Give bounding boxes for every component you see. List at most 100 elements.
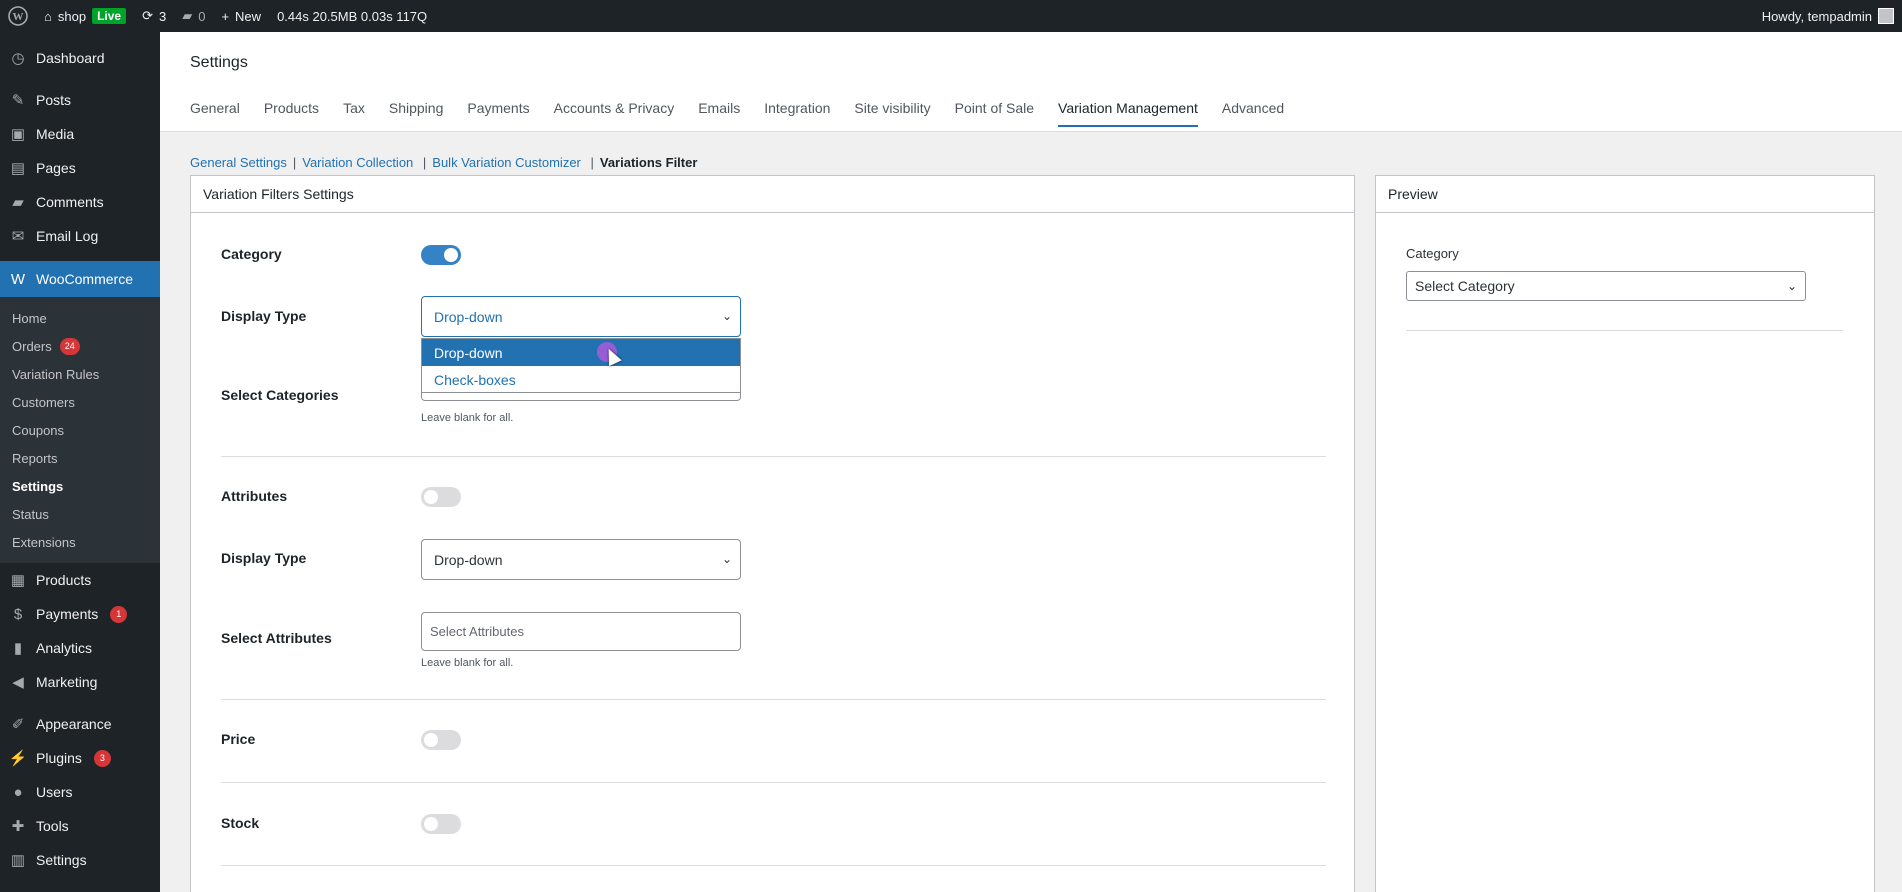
submenu-label: Variation Rules	[12, 366, 100, 382]
sidebar-item-pages[interactable]: ▤ Pages	[0, 151, 160, 185]
sidebar-item-settings[interactable]: ▥ Settings	[0, 843, 160, 877]
variation-filters-panel: Variation Filters Settings Category Disp…	[190, 175, 1355, 892]
dashboard-icon: ◷	[11, 50, 25, 67]
plugins-count-badge: 3	[93, 749, 111, 767]
comments-link[interactable]: ▰ 0	[174, 0, 213, 32]
tab-emails[interactable]: Emails	[698, 100, 740, 127]
submenu-label: Customers	[12, 394, 75, 410]
tab-products[interactable]: Products	[264, 100, 319, 127]
sidebar-item-dashboard[interactable]: ◷ Dashboard	[0, 41, 160, 75]
new-label: New	[235, 8, 262, 24]
sidebar-item-products[interactable]: ▦ Products	[0, 563, 160, 597]
tab-general[interactable]: General	[190, 100, 240, 127]
sidebar-item-label: Analytics	[36, 640, 93, 656]
submenu-item-home[interactable]: Home	[0, 304, 160, 332]
sidebar-item-users[interactable]: ● Users	[0, 775, 160, 809]
category-hint: Leave blank for all.	[421, 412, 514, 424]
tab-advanced[interactable]: Advanced	[1222, 100, 1284, 127]
sidebar-item-comments[interactable]: ▰ Comments	[0, 185, 160, 219]
sidebar-item-label: Plugins	[36, 750, 82, 766]
tab-shipping[interactable]: Shipping	[389, 100, 444, 127]
updates-count: 3	[158, 8, 167, 24]
wordpress-logo-icon[interactable]: W	[0, 0, 36, 32]
tab-tax[interactable]: Tax	[343, 100, 365, 127]
submenu-item-customers[interactable]: Customers	[0, 388, 160, 416]
sidebar-item-label: Payments	[36, 606, 99, 622]
my-account-link[interactable]: Howdy, tempadmin	[1754, 0, 1902, 32]
sidebar-item-posts[interactable]: ✎ Posts	[0, 83, 160, 117]
sidebar-item-media[interactable]: ▣ Media	[0, 117, 160, 151]
megaphone-icon: ◀	[12, 674, 24, 691]
price-toggle[interactable]	[421, 730, 461, 750]
display-type-value: Drop-down	[434, 308, 503, 325]
submenu-label: Coupons	[12, 422, 65, 438]
stats-text: 0.44s 20.5MB 0.03s 117Q	[277, 8, 428, 24]
sidebar-item-label: Pages	[36, 160, 76, 176]
comments-count: 0	[198, 8, 206, 24]
tab-payments[interactable]: Payments	[467, 100, 529, 127]
tab-site-visibility[interactable]: Site visibility	[854, 100, 930, 127]
submenu-item-coupons[interactable]: Coupons	[0, 416, 160, 444]
updates-link[interactable]: ⟳ 3	[134, 0, 174, 32]
display-type-select[interactable]: Drop-down ⌄	[421, 296, 741, 337]
sidebar-item-analytics[interactable]: ▮ Analytics	[0, 631, 160, 665]
select-attributes-label: Select Attributes	[221, 630, 332, 646]
submenu-item-extensions[interactable]: Extensions	[0, 528, 160, 556]
plus-icon: +	[221, 8, 230, 24]
query-monitor-stats[interactable]: 0.44s 20.5MB 0.03s 117Q	[269, 0, 435, 32]
sidebar-item-plugins[interactable]: ⚡ Plugins 3	[0, 741, 160, 775]
new-content-link[interactable]: + New	[213, 0, 269, 32]
sidebar-item-woocommerce[interactable]: W WooCommerce	[0, 261, 160, 297]
users-icon: ●	[13, 783, 23, 801]
sidebar-item-label: Tools	[36, 818, 69, 834]
tab-point-of-sale[interactable]: Point of Sale	[955, 100, 1034, 127]
submenu-item-settings[interactable]: Settings	[0, 472, 160, 500]
option-drop-down[interactable]: Drop-down	[422, 339, 740, 366]
pages-icon: ▤	[10, 160, 26, 177]
display-type-label: Display Type	[221, 308, 307, 324]
settings-icon: ▥	[10, 852, 26, 869]
sidebar-item-label: Settings	[36, 852, 87, 868]
category-toggle[interactable]	[421, 245, 461, 265]
submenu-label: Home	[12, 310, 47, 326]
subnav-separator: |	[586, 155, 594, 170]
tab-integration[interactable]: Integration	[764, 100, 830, 127]
sidebar-item-tools[interactable]: ✚ Tools	[0, 809, 160, 843]
submenu-item-variation-rules[interactable]: Variation Rules	[0, 360, 160, 388]
sidebar-item-appearance[interactable]: ✐ Appearance	[0, 707, 160, 741]
price-label: Price	[221, 731, 256, 747]
attr-display-type-select[interactable]: Drop-down ⌄	[421, 539, 741, 580]
admin-sidebar: ◷ Dashboard ✎ Posts ▣ Media ▤ Pages ▰ Comment…	[0, 32, 160, 892]
home-icon: ⌂	[44, 8, 52, 24]
sidebar-item-marketing[interactable]: ◀ Marketing	[0, 665, 160, 699]
preview-category-select[interactable]: Select Category ⌄	[1406, 271, 1806, 301]
display-type-dropdown: Drop-down Check-boxes	[421, 338, 741, 393]
submenu-label: Reports	[12, 450, 58, 466]
site-name-link[interactable]: ⌂ shop Live	[36, 0, 134, 32]
attributes-toggle[interactable]	[421, 487, 461, 507]
orders-count-badge: 24	[59, 337, 80, 355]
tab-variation-management[interactable]: Variation Management	[1058, 100, 1198, 127]
tab-accounts-privacy[interactable]: Accounts & Privacy	[554, 100, 675, 127]
attr-display-type-value: Drop-down	[434, 551, 503, 568]
preview-select-value: Select Category	[1415, 278, 1515, 294]
comment-icon: ▰	[12, 194, 24, 211]
submenu-item-reports[interactable]: Reports	[0, 444, 160, 472]
submenu-item-orders[interactable]: Orders 24	[0, 332, 160, 360]
subnav-general-settings[interactable]: General Settings	[190, 155, 287, 170]
subnav-bulk-variation-customizer[interactable]: Bulk Variation Customizer	[432, 155, 581, 170]
section-divider	[221, 699, 1326, 700]
section-divider	[221, 456, 1326, 457]
preview-divider	[1406, 330, 1843, 331]
stock-label: Stock	[221, 815, 260, 831]
wrench-icon: ✚	[11, 818, 25, 835]
email-icon: ✉	[11, 228, 25, 245]
sidebar-item-email-log[interactable]: ✉ Email Log	[0, 219, 160, 253]
subnav-variation-collection[interactable]: Variation Collection	[302, 155, 413, 170]
submenu-item-status[interactable]: Status	[0, 500, 160, 528]
sidebar-item-payments[interactable]: $ Payments 1	[0, 597, 160, 631]
sidebar-item-label: Email Log	[36, 228, 99, 244]
stock-toggle[interactable]	[421, 814, 461, 834]
option-check-boxes[interactable]: Check-boxes	[422, 366, 740, 393]
select-attributes-input[interactable]: Select Attributes	[421, 612, 741, 651]
